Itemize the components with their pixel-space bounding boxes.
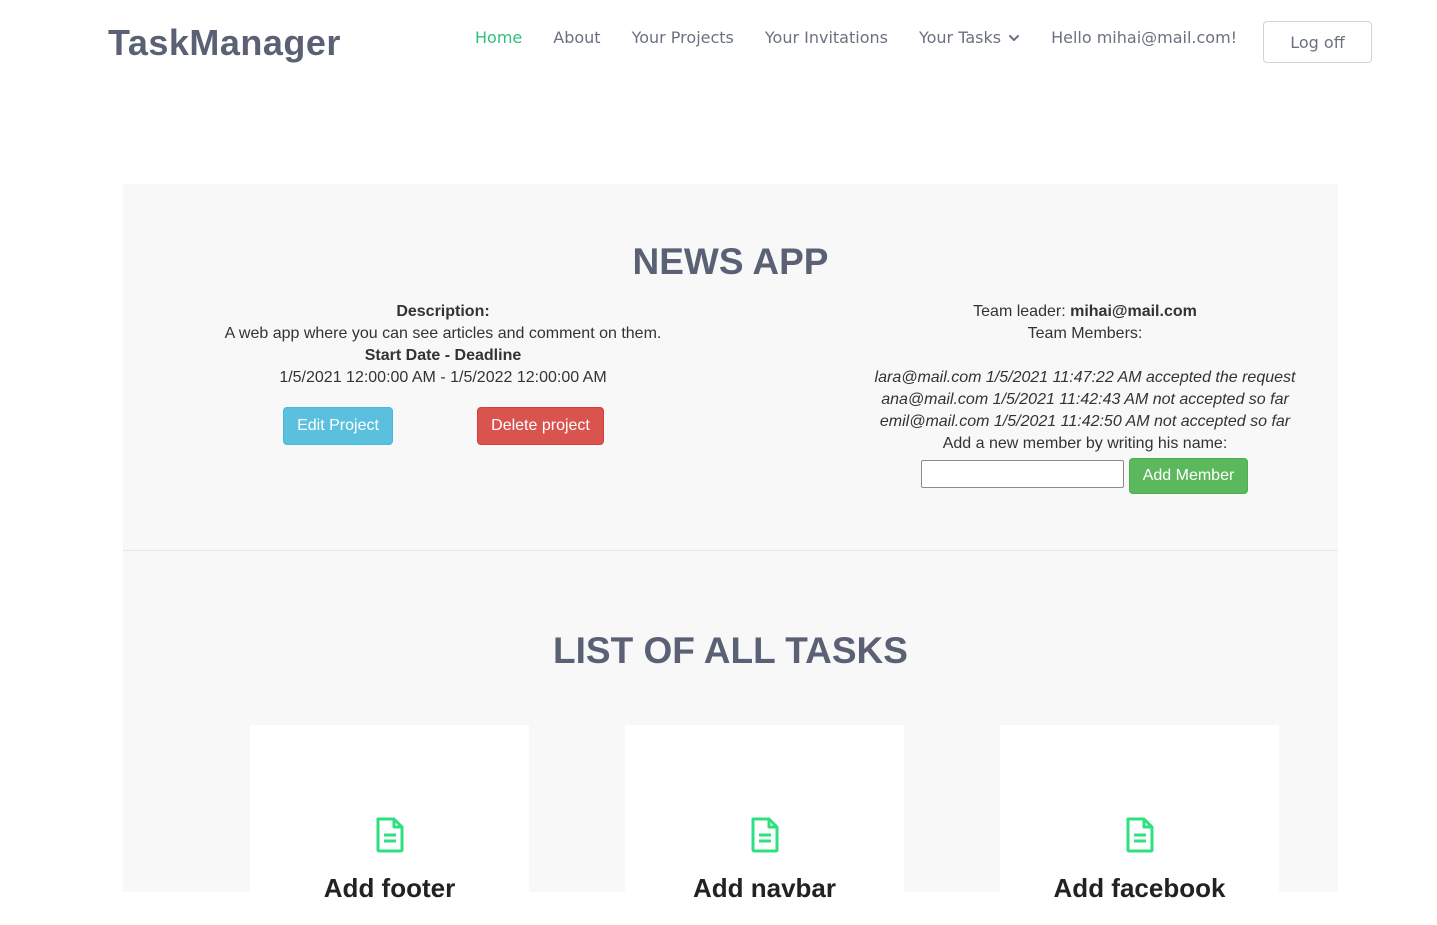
header: TaskManager Home About Your Projects You… bbox=[0, 0, 1437, 90]
project-title: NEWS APP bbox=[632, 241, 829, 282]
dates-label: Start Date - Deadline bbox=[364, 347, 522, 364]
file-document-icon bbox=[1000, 817, 1279, 853]
delete-project-button[interactable]: Delete project bbox=[477, 407, 604, 445]
nav-your-tasks-dropdown[interactable]: Your Tasks bbox=[919, 28, 1020, 48]
add-member-input[interactable] bbox=[921, 460, 1124, 488]
task-card[interactable]: Add facebook bbox=[1000, 725, 1279, 925]
add-member-button[interactable]: Add Member bbox=[1129, 458, 1248, 494]
section-divider bbox=[123, 550, 1338, 551]
team-leader-email: mihai@mail.com bbox=[1070, 303, 1197, 320]
add-member-prompt: Add a new member by writing his name: bbox=[942, 435, 1228, 452]
task-name: Add footer bbox=[323, 873, 456, 903]
nav-your-tasks-label: Your Tasks bbox=[918, 28, 1002, 47]
team-leader-line: Team leader: mihai@mail.com bbox=[835, 301, 1335, 323]
team-member-item: emil@mail.com 1/5/2021 11:42:50 AM not a… bbox=[879, 413, 1291, 430]
task-card[interactable]: Add navbar bbox=[625, 725, 904, 925]
chevron-down-icon bbox=[1008, 32, 1020, 44]
team-leader-label: Team leader: bbox=[973, 303, 1071, 320]
edit-project-button[interactable]: Edit Project bbox=[283, 407, 393, 445]
project-details: Description: A web app where you can see… bbox=[123, 301, 763, 389]
description-label: Description: bbox=[396, 303, 490, 320]
project-dates: 1/5/2021 12:00:00 AM - 1/5/2022 12:00:00… bbox=[279, 369, 607, 386]
file-document-icon bbox=[625, 817, 904, 853]
file-document-icon bbox=[250, 817, 529, 853]
team-member-item: lara@mail.com 1/5/2021 11:47:22 AM accep… bbox=[874, 369, 1296, 386]
team-info: Team leader: mihai@mail.com Team Members… bbox=[835, 301, 1335, 455]
project-description: A web app where you can see articles and… bbox=[224, 325, 662, 342]
task-name: Add navbar bbox=[692, 873, 837, 903]
tasks-title: LIST OF ALL TASKS bbox=[553, 630, 908, 671]
project-panel: NEWS APP Description: A web app where yo… bbox=[123, 184, 1338, 925]
nav-your-invitations[interactable]: Your Invitations bbox=[765, 28, 888, 48]
task-card[interactable]: Add footer bbox=[250, 725, 529, 925]
logoff-button[interactable]: Log off bbox=[1263, 21, 1372, 63]
user-greeting[interactable]: Hello mihai@mail.com! bbox=[1051, 28, 1237, 48]
app-logo[interactable]: TaskManager bbox=[108, 22, 341, 64]
nav-your-projects[interactable]: Your Projects bbox=[632, 28, 734, 48]
task-name: Add facebook bbox=[1053, 873, 1226, 903]
nav-home[interactable]: Home bbox=[475, 28, 522, 48]
nav-about[interactable]: About bbox=[553, 28, 600, 48]
team-members-label: Team Members: bbox=[1027, 325, 1143, 342]
team-member-item: ana@mail.com 1/5/2021 11:42:43 AM not ac… bbox=[881, 391, 1289, 408]
main-nav: Home About Your Projects Your Invitation… bbox=[475, 28, 1237, 48]
